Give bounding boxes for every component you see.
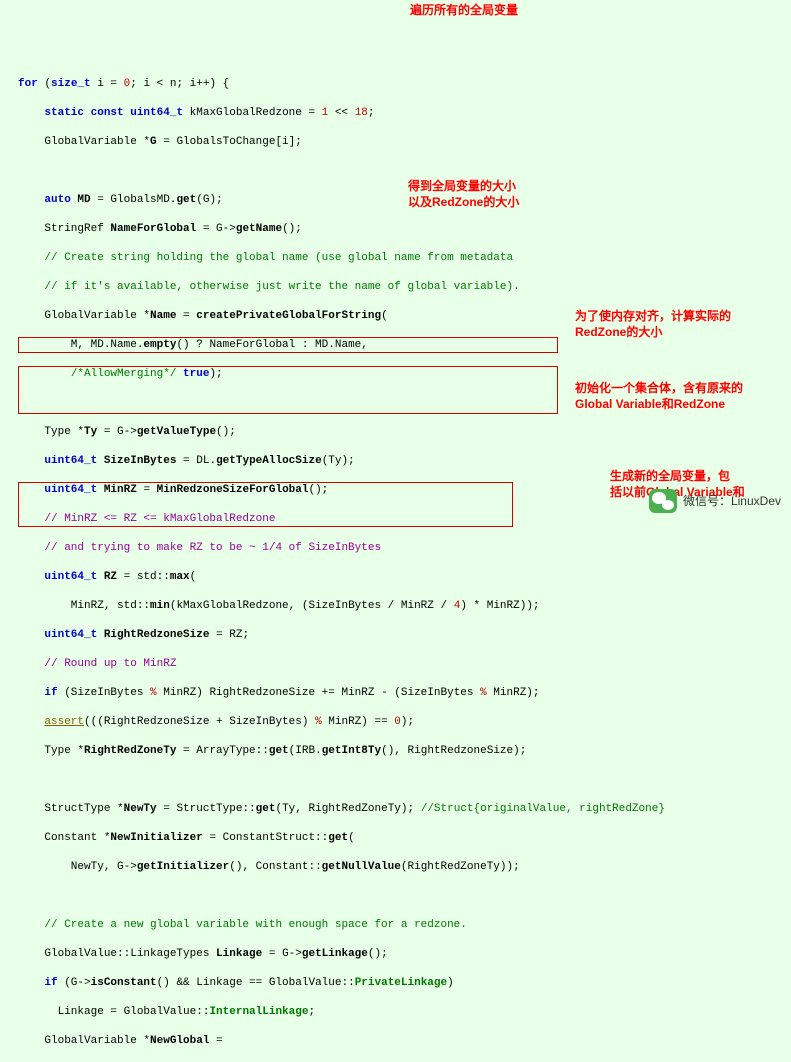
watermark: 微信号：LinuxDev bbox=[649, 489, 781, 513]
code-line: assert(((RightRedzoneSize + SizeInBytes)… bbox=[18, 715, 791, 730]
code-line: // Create a new global variable with eno… bbox=[18, 918, 791, 933]
code-line: auto MD = GlobalsMD.get(G); bbox=[18, 193, 791, 208]
code-line: StringRef NameForGlobal = G->getName(); bbox=[18, 222, 791, 237]
code-line: GlobalVariable *NewGlobal = bbox=[18, 1034, 791, 1049]
code-line: static const uint64_t kMaxGlobalRedzone … bbox=[18, 106, 791, 121]
annotation-4: 初始化一个集合体，含有原来的Global Variable和RedZone bbox=[575, 380, 790, 412]
code-line: for (size_t i = 0; i < n; i++) { bbox=[18, 77, 791, 92]
code-line: Constant *NewInitializer = ConstantStruc… bbox=[18, 831, 791, 846]
annotation-3: 为了使内存对齐，计算实际的RedZone的大小 bbox=[575, 308, 785, 340]
code-line: uint64_t RZ = std::max( bbox=[18, 570, 791, 585]
watermark-text: 微信号：LinuxDev bbox=[683, 494, 781, 509]
code-line: GlobalValue::LinkageTypes Linkage = G->g… bbox=[18, 947, 791, 962]
annotation-2: 得到全局变量的大小以及RedZone的大小 bbox=[408, 178, 519, 210]
code-line: if (G->isConstant() && Linkage == Global… bbox=[18, 976, 791, 991]
code-line bbox=[18, 889, 791, 904]
code-line: Linkage = GlobalValue::InternalLinkage; bbox=[18, 1005, 791, 1020]
code-line: // and trying to make RZ to be ~ 1/4 of … bbox=[18, 541, 791, 556]
code-line: // Create string holding the global name… bbox=[18, 251, 791, 266]
code-line bbox=[18, 164, 791, 179]
code-line: if (SizeInBytes % MinRZ) RightRedzoneSiz… bbox=[18, 686, 791, 701]
code-line: GlobalVariable *G = GlobalsToChange[i]; bbox=[18, 135, 791, 150]
code-line: uint64_t RightRedzoneSize = RZ; bbox=[18, 628, 791, 643]
code-line: // MinRZ <= RZ <= kMaxGlobalRedzone bbox=[18, 512, 791, 527]
annotation-1: 遍历所有的全局变量 bbox=[410, 2, 518, 18]
code-line: Type *Ty = G->getValueType(); bbox=[18, 425, 791, 440]
code-line: // if it's available, otherwise just wri… bbox=[18, 280, 791, 295]
code-line: // Round up to MinRZ bbox=[18, 657, 791, 672]
code-line: StructType *NewTy = StructType::get(Ty, … bbox=[18, 802, 791, 817]
code-line: /*AllowMerging*/ true); bbox=[18, 367, 791, 382]
wechat-icon bbox=[649, 489, 677, 513]
code-line: MinRZ, std::min(kMaxGlobalRedzone, (Size… bbox=[18, 599, 791, 614]
code-line: uint64_t SizeInBytes = DL.getTypeAllocSi… bbox=[18, 454, 791, 469]
code-line: Type *RightRedZoneTy = ArrayType::get(IR… bbox=[18, 744, 791, 759]
code-line bbox=[18, 773, 791, 788]
code-line: NewTy, G->getInitializer(), Constant::ge… bbox=[18, 860, 791, 875]
code-area: for (size_t i = 0; i < n; i++) { static … bbox=[0, 58, 791, 1062]
